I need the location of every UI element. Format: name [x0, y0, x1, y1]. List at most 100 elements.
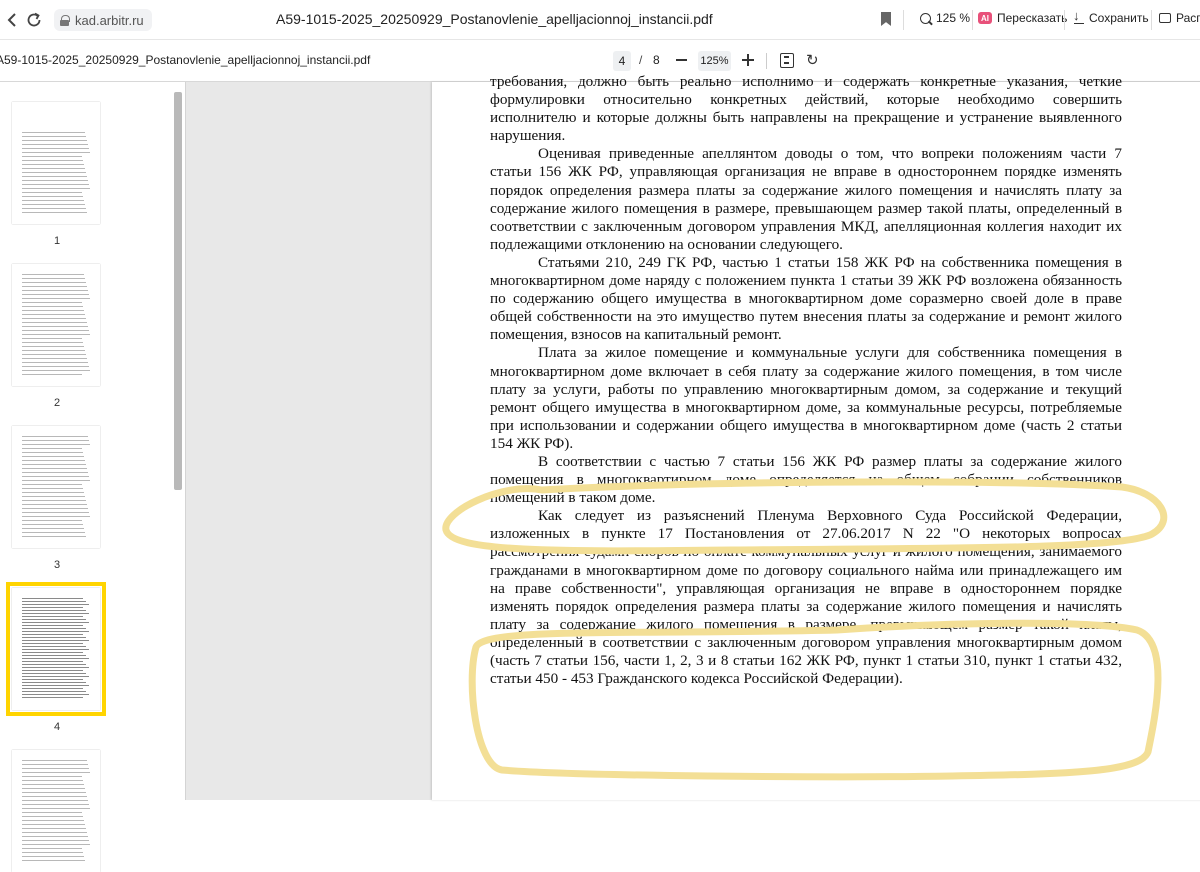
- thumbnail-text-line: [22, 679, 83, 680]
- thumbnail-text-line: [22, 643, 83, 644]
- thumbnail-text-line: [22, 160, 83, 161]
- thumbnail-text-line: [22, 860, 85, 861]
- thumbnail-text-line: [22, 286, 87, 287]
- zoom-in-icon[interactable]: [742, 54, 754, 66]
- print-label: Расп: [1176, 11, 1200, 25]
- thumbnail-text-line: [22, 200, 84, 201]
- browser-zoom-button[interactable]: 125 %: [920, 11, 970, 25]
- thumbnail-text-line: [22, 682, 86, 683]
- thumbnail-text-line: [22, 788, 85, 789]
- thumbnail-text-line: [22, 484, 82, 485]
- tab-document-title: A59-1015-2025_20250929_Postanovlenie_ape…: [276, 11, 713, 27]
- thumbnail-text-line: [22, 480, 90, 481]
- zoom-out-icon[interactable]: [676, 59, 687, 61]
- thumbnail-page-1[interactable]: [12, 102, 100, 224]
- thumbnail-text-line: [22, 342, 83, 343]
- zoom-level-input[interactable]: 125%: [698, 51, 731, 71]
- thumbnail-text-line: [22, 804, 89, 805]
- reload-icon[interactable]: [22, 8, 46, 32]
- thumbnail-text-line: [22, 346, 84, 347]
- thumbnail-text-line: [22, 448, 82, 449]
- fit-page-icon[interactable]: [780, 53, 794, 68]
- thumbnail-text-line: [22, 282, 86, 283]
- thumbnail-text-line: [22, 326, 88, 327]
- thumbnail-page-5[interactable]: [12, 750, 100, 872]
- bookmark-icon[interactable]: [881, 12, 891, 26]
- thumbnail-text-line: [22, 298, 90, 299]
- thumbnail-text-line: [22, 607, 83, 608]
- print-button[interactable]: Расп: [1159, 11, 1200, 25]
- thumbnail-text-line: [22, 302, 82, 303]
- thumbnail-label: 2: [53, 397, 61, 409]
- thumbnail-text-line: [22, 354, 86, 355]
- thumbnail-text-line: [22, 628, 86, 629]
- thumbnail-text-line: [22, 649, 89, 650]
- back-icon[interactable]: [0, 8, 24, 32]
- thumbnail-text-line: [22, 673, 86, 674]
- thumbnail-text-line: [22, 436, 88, 437]
- thumbnail-text-line: [22, 144, 88, 145]
- thumbnail-text-line: [22, 637, 86, 638]
- zoom-icon: [920, 12, 931, 24]
- thumbnail-text-line: [22, 504, 87, 505]
- thumbnail-text-line: [22, 652, 83, 653]
- print-icon: [1159, 13, 1171, 23]
- address-domain: kad.arbitr.ru: [75, 12, 144, 28]
- thumbnail-text-line: [22, 776, 82, 777]
- browser-toolbar: kad.arbitr.ru A59-1015-2025_20250929_Pos…: [0, 0, 1200, 40]
- pdf-filename: A59-1015-2025_20250929_Postanovlenie_ape…: [0, 53, 371, 67]
- retell-label: Пересказать: [997, 11, 1068, 25]
- thumbnail-text-line: [22, 184, 89, 185]
- thumbnail-text-line: [22, 640, 89, 641]
- thumbnail-text-line: [22, 172, 86, 173]
- thumbnail-text-line: [22, 366, 89, 367]
- lock-icon: [60, 14, 70, 26]
- thumbnail-text-line: [22, 667, 89, 668]
- thumbnail-text-line: [22, 362, 88, 363]
- thumbnail-text-line: [22, 516, 90, 517]
- thumbnail-text-line: [22, 294, 89, 295]
- thumbnail-page-4[interactable]: [6, 582, 106, 716]
- thumbnail-text-line: [22, 856, 84, 857]
- thumbnail-text-line: [22, 604, 89, 605]
- thumbnail-text-line: [22, 278, 85, 279]
- thumbnail-page-2[interactable]: [12, 264, 100, 386]
- thumbnail-text-line: [22, 832, 87, 833]
- thumbnail-text-line: [22, 512, 89, 513]
- thumbnail-text-line: [22, 290, 88, 291]
- thumbnail-text-line: [22, 610, 86, 611]
- pdf-page: требования, должно быть реально исполним…: [432, 73, 1200, 800]
- thumbnail-text-line: [22, 836, 88, 837]
- thumbnail-text-line: [22, 460, 85, 461]
- thumbnail-text-line: [22, 655, 86, 656]
- thumbnail-text-line: [22, 524, 83, 525]
- thumbnail-text-line: [22, 132, 85, 133]
- page-total: 8: [653, 53, 660, 67]
- toolbar-divider: [972, 10, 973, 30]
- address-bar[interactable]: kad.arbitr.ru: [54, 9, 152, 31]
- thumbnail-text-line: [22, 844, 90, 845]
- thumbnail-text-line: [22, 456, 84, 457]
- thumbnail-text-line: [22, 598, 83, 599]
- thumbnail-text-line: [22, 601, 86, 602]
- thumbnail-page-3[interactable]: [12, 426, 100, 548]
- thumbnail-text-line: [22, 472, 88, 473]
- retell-button[interactable]: AI Пересказать: [978, 11, 1067, 25]
- thumbnail-text-line: [22, 156, 82, 157]
- thumbnail-text-line: [22, 616, 83, 617]
- paragraph: Плата за жилое помещение и коммунальные …: [490, 344, 1122, 452]
- rotate-icon[interactable]: ↻: [806, 51, 819, 69]
- thumbnail-text-line: [22, 646, 86, 647]
- page-number-input[interactable]: 4: [613, 51, 631, 71]
- retell-icon: AI: [978, 12, 992, 24]
- thumbnail-text-line: [22, 188, 90, 189]
- thumbnail-text-line: [22, 180, 88, 181]
- sidebar-scrollbar[interactable]: [174, 92, 182, 490]
- thumbnail-text-line: [22, 694, 89, 695]
- thumbnail-text-line: [22, 176, 87, 177]
- thumbnail-text-line: [22, 688, 83, 689]
- save-label: Сохранить: [1089, 11, 1149, 25]
- thumbnail-text-line: [22, 772, 90, 773]
- save-button[interactable]: Сохранить: [1073, 8, 1149, 25]
- thumbnail-text-line: [22, 631, 89, 632]
